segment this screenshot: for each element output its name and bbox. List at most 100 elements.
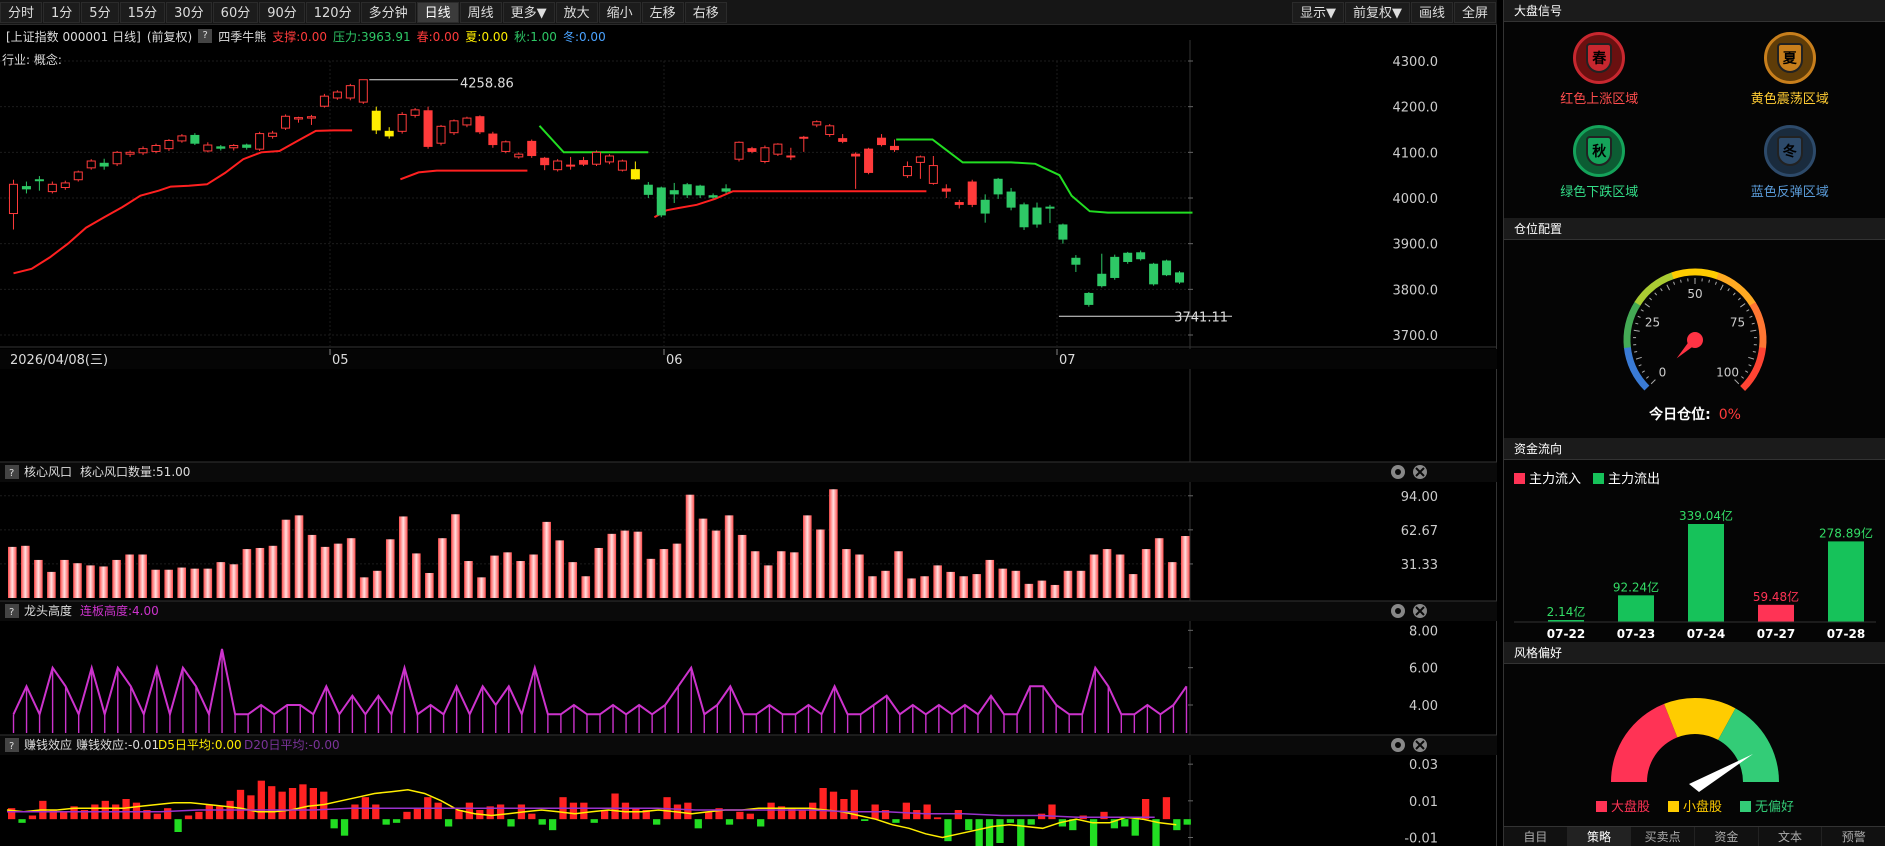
flow-date: 07-22 <box>1547 627 1585 641</box>
candle <box>967 181 977 205</box>
period-button[interactable]: 1分 <box>43 1 81 23</box>
toolbar-right-button[interactable]: 画线 <box>1410 1 1453 23</box>
gauge-hub <box>1687 332 1703 348</box>
vol-bar <box>972 574 982 598</box>
vol-bar <box>1154 538 1164 598</box>
period-button[interactable]: 分时 <box>0 1 43 23</box>
signal-label: 红色上涨区域 <box>1560 92 1639 107</box>
candle <box>617 160 627 171</box>
gauge-tick <box>1714 281 1717 285</box>
high-price-label: 4258.86 <box>460 77 514 92</box>
side-tab[interactable]: 文本 <box>1759 827 1823 846</box>
profit-bar <box>299 784 307 820</box>
candle <box>501 141 511 152</box>
style-swatch <box>1595 801 1607 812</box>
gauge-tick <box>1732 292 1736 296</box>
signal-item: 秋绿色下跌区域 <box>1504 125 1695 218</box>
candle <box>384 130 394 137</box>
vol-bar <box>633 531 643 598</box>
period-button[interactable]: 周线 <box>459 1 502 23</box>
gauge-tick <box>1635 322 1639 325</box>
period-button[interactable]: 放大 <box>555 1 598 23</box>
profit-bar <box>538 819 546 825</box>
vol-label: 核心风口 <box>24 465 72 479</box>
settings-icon-hole <box>1395 742 1401 748</box>
vol-bar <box>320 546 330 598</box>
profit-bar <box>403 811 411 820</box>
gauge-tick <box>1746 309 1750 312</box>
candle <box>345 85 355 99</box>
side-tab[interactable]: 自目 <box>1504 827 1568 846</box>
vol-bar <box>881 570 890 598</box>
position-gauge: 0 25 50 75 100 今日仓位: 0% <box>1504 240 1885 438</box>
side-tab[interactable]: 买卖点 <box>1631 827 1696 846</box>
chart-area: [上证指数 000001 日线] (前复权) ? 四季牛熊 支撑:0.00 压力… <box>0 25 1497 846</box>
vol-bar <box>1076 570 1086 598</box>
profit-bar <box>372 804 380 820</box>
side-tab[interactable]: 资金 <box>1695 827 1759 846</box>
vol-bar <box>372 570 382 598</box>
gauge-tick-label: 0 <box>1659 366 1667 380</box>
vol-bar <box>281 519 291 598</box>
profit-bar <box>122 799 130 820</box>
flow-bar <box>1618 595 1654 622</box>
profit-bar <box>829 791 838 820</box>
kline-chart[interactable]: 4300.0 4200.0 4100.0 4000.0 3900.0 3800.0 3700… <box>0 25 1497 846</box>
period-button[interactable]: 30分 <box>166 1 212 23</box>
period-button[interactable]: 120分 <box>305 1 360 23</box>
profit-bar <box>590 819 598 823</box>
period-button[interactable]: 60分 <box>212 1 259 23</box>
profit-bar <box>444 819 453 827</box>
toolbar-right-button[interactable]: 显示▼ <box>1291 1 1344 23</box>
side-tabs: 自目 策略 买卖点 资金 文本 预警 <box>1504 826 1885 846</box>
gauge-arc <box>1623 301 1641 349</box>
profit-tick-label: 0.01 <box>1409 795 1438 810</box>
period-button[interactable]: 左移 <box>641 1 684 23</box>
period-button[interactable]: 右移 <box>684 1 727 23</box>
period-button[interactable]: 日线 <box>416 1 459 23</box>
vol-bar <box>998 568 1008 598</box>
profit-bar <box>1121 819 1129 827</box>
candle <box>1058 224 1068 240</box>
vol-bar <box>412 553 421 598</box>
side-tab[interactable]: 预警 <box>1822 827 1885 846</box>
vol-bar <box>542 521 551 598</box>
vol-bar <box>333 543 343 598</box>
candle <box>151 144 161 152</box>
side-tab[interactable]: 策略 <box>1567 827 1632 846</box>
vol-bar <box>711 530 721 598</box>
gauge-tick <box>1635 356 1642 360</box>
price-tick-label: 3900.0 <box>1393 238 1439 253</box>
signal-item: 夏黄色震荡区域 <box>1695 32 1885 125</box>
candle <box>1045 206 1055 209</box>
profit-bar <box>174 819 182 832</box>
flow-in-swatch <box>1514 473 1525 484</box>
period-button[interactable]: 90分 <box>259 1 305 23</box>
period-button[interactable]: 5分 <box>81 1 119 23</box>
period-button[interactable]: 15分 <box>119 1 166 23</box>
price-tick-label: 4000.0 <box>1393 192 1439 207</box>
profit-bar <box>268 786 276 820</box>
price-tick-label: 4100.0 <box>1393 146 1439 161</box>
flow-out-label: 主力流出 <box>1608 472 1661 487</box>
vol-bar <box>438 538 447 598</box>
flow-bar <box>1758 604 1794 622</box>
candle <box>825 125 835 136</box>
style-legend-item: 小盘股 <box>1667 796 1722 815</box>
gauge-tick <box>1637 315 1641 318</box>
style-legend-label: 小盘股 <box>1682 800 1722 815</box>
period-button[interactable]: 缩小 <box>598 1 641 23</box>
vol-bar <box>229 564 239 598</box>
toolbar-right-button[interactable]: 全屏 <box>1453 1 1496 23</box>
profit-bar <box>351 804 359 820</box>
vol-bar <box>1024 583 1034 598</box>
style-legend-label: 无偏好 <box>1755 800 1795 815</box>
signal-icon: 夏 <box>1763 32 1816 84</box>
toolbar-right-button[interactable]: 前复权▼ <box>1344 1 1410 23</box>
candle <box>928 165 938 184</box>
period-button[interactable]: 多分钟 <box>360 1 416 23</box>
date-axis <box>0 349 1497 369</box>
candle <box>203 144 213 152</box>
vol-bar <box>724 515 734 598</box>
period-button[interactable]: 更多▼ <box>502 1 555 23</box>
